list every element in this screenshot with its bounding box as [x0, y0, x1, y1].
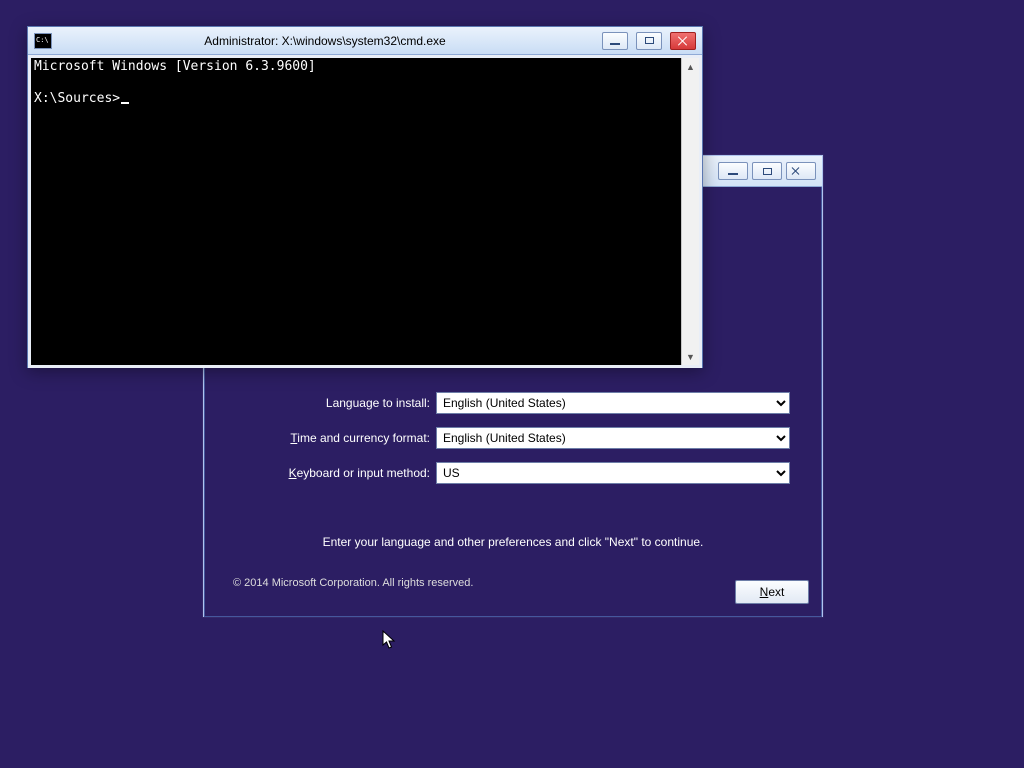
cmd-prompt: X:\Sources> [34, 91, 120, 106]
cmd-maximize-button[interactable] [636, 32, 662, 50]
cmd-console[interactable]: Microsoft Windows [Version 6.3.9600] X:\… [31, 58, 681, 365]
cmd-icon [34, 33, 52, 49]
cmd-output-line1: Microsoft Windows [Version 6.3.9600] [34, 59, 316, 74]
setup-copyright-text: © 2014 Microsoft Corporation. All rights… [233, 577, 473, 589]
scroll-up-icon[interactable]: ▲ [682, 58, 699, 75]
setup-close-button[interactable] [786, 162, 816, 180]
cmd-close-button[interactable] [670, 32, 696, 50]
keyboard-label: Keyboard or input method: [260, 466, 430, 480]
cmd-window[interactable]: Administrator: X:\windows\system32\cmd.e… [27, 26, 703, 368]
time-currency-select[interactable]: English (United States) [436, 427, 790, 449]
setup-hint-text: Enter your language and other preference… [205, 535, 821, 549]
cmd-client-area: Microsoft Windows [Version 6.3.9600] X:\… [28, 55, 702, 368]
language-label: Language to install: [260, 396, 430, 410]
cmd-scrollbar[interactable]: ▲ ▼ [681, 58, 699, 365]
setup-maximize-button[interactable] [752, 162, 782, 180]
cmd-titlebar[interactable]: Administrator: X:\windows\system32\cmd.e… [28, 27, 702, 55]
cmd-cursor-icon [121, 102, 129, 104]
next-button[interactable]: Next [735, 580, 809, 604]
time-currency-row: Time and currency format: English (Unite… [260, 427, 790, 449]
keyboard-row: Keyboard or input method: US [260, 462, 790, 484]
cmd-title: Administrator: X:\windows\system32\cmd.e… [58, 34, 592, 48]
cmd-minimize-button[interactable] [602, 32, 628, 50]
keyboard-select[interactable]: US [436, 462, 790, 484]
language-row: Language to install: English (United Sta… [260, 392, 790, 414]
setup-minimize-button[interactable] [718, 162, 748, 180]
language-select[interactable]: English (United States) [436, 392, 790, 414]
scroll-down-icon[interactable]: ▼ [682, 348, 699, 365]
time-currency-label: Time and currency format: [260, 431, 430, 445]
